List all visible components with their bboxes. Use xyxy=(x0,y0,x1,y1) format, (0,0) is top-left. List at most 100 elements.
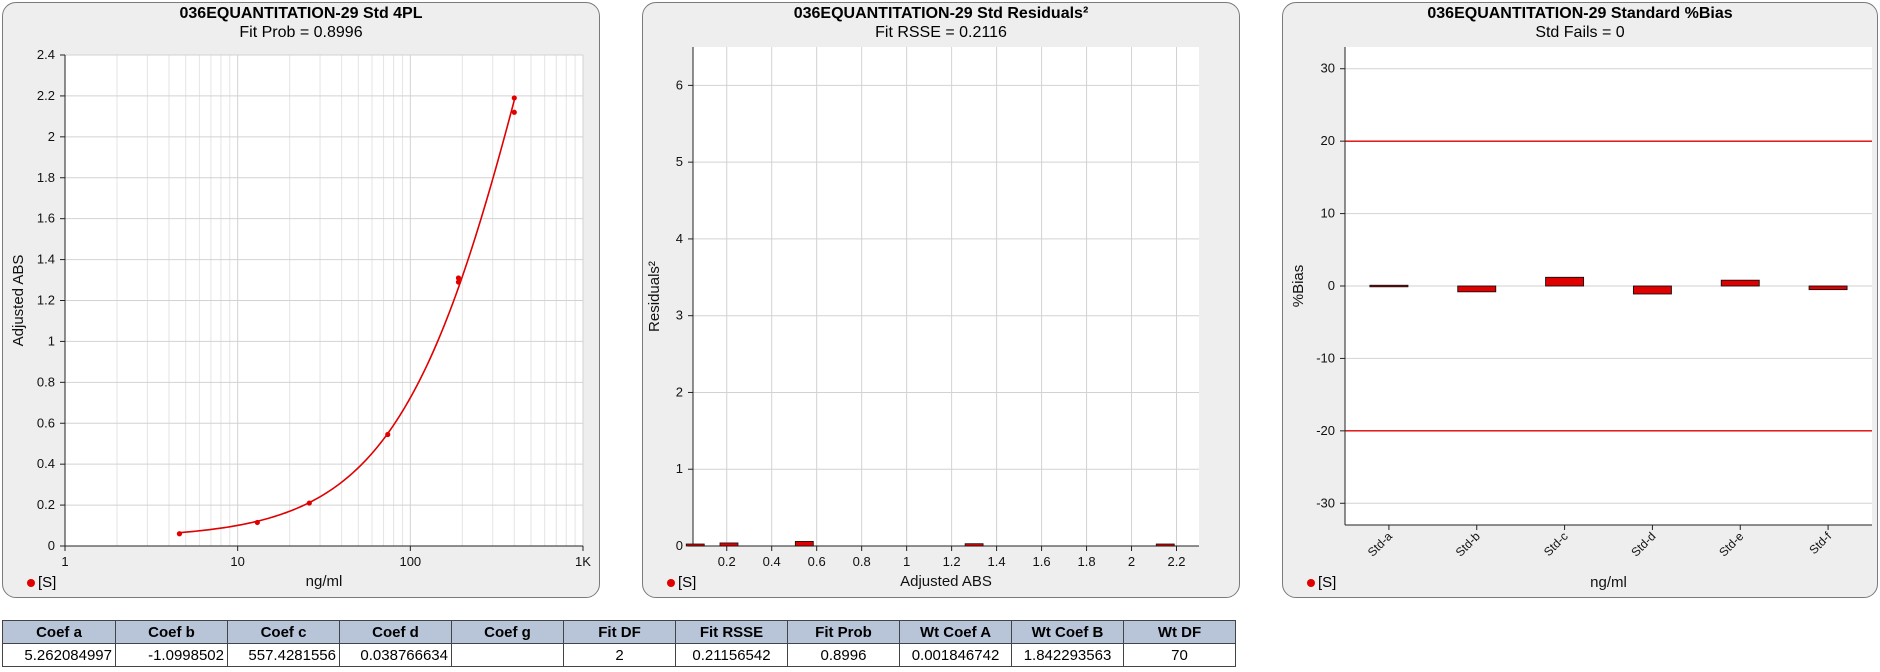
x-tick-label: 0.6 xyxy=(808,554,826,569)
y-tick-label: 3 xyxy=(676,308,683,323)
bias-bar xyxy=(1545,276,1585,287)
bias-bar xyxy=(1457,285,1497,293)
data-point xyxy=(511,109,517,115)
x-tick-label: 100 xyxy=(399,554,421,569)
legend-marker-icon xyxy=(27,579,35,588)
legend: [S] xyxy=(27,575,56,591)
y-tick-label: 0 xyxy=(48,538,55,553)
residual-bar xyxy=(685,543,705,547)
table-header: Coef a xyxy=(2,620,116,644)
data-point xyxy=(385,431,391,438)
table-header: Fit DF xyxy=(563,620,676,644)
x-tick-label: 10 xyxy=(230,554,244,569)
table-cell: 0.001846742 xyxy=(899,643,1012,667)
x-tick-label: 2.2 xyxy=(1167,554,1185,569)
x-tick-label: 0.2 xyxy=(718,554,736,569)
y-tick-label: 30 xyxy=(1321,61,1335,76)
table-cell: 0.038766634 xyxy=(339,643,452,667)
data-point xyxy=(306,500,312,506)
table-cell: 5.262084997 xyxy=(2,643,116,667)
y-tick-label: 1.6 xyxy=(37,211,55,226)
bias-bar xyxy=(1369,284,1409,288)
table-header: Coef d xyxy=(339,620,452,644)
table-cell: 2 xyxy=(563,643,676,667)
bias-bar xyxy=(1720,279,1760,287)
residuals-chart: 0.2 0.4 0.6 0.8 1 1.2 1.4 1.6 1.8 2 2.2 0 1 2 3 4 5 6 Adju… xyxy=(646,47,1199,590)
data-point xyxy=(511,95,517,101)
table-header: Wt DF xyxy=(1123,620,1236,644)
legend: [S] xyxy=(1307,575,1336,591)
x-axis-label: ng/ml xyxy=(306,573,343,590)
residual-bar xyxy=(1155,543,1175,547)
x-tick-label: Std-b xyxy=(1453,529,1483,559)
x-tick-label: 1.6 xyxy=(1033,554,1051,569)
y-tick-label: 6 xyxy=(676,77,683,92)
x-tick-label: 1.4 xyxy=(988,554,1006,569)
standard-curve-chart: 1 10 100 1K 0 0.2 0.4 0.6 0.8 1 1.2 1.4 1.6 1.8 2 2.2 2.… xyxy=(10,47,591,590)
bias-chart: 30 20 10 0 -10 -20 -30 Std-a Std-b Std-c Std-d Std-… xyxy=(1290,47,1872,591)
table-header: Coef b xyxy=(115,620,228,644)
x-axis-label: Adjusted ABS xyxy=(900,573,992,590)
table-header: Wt Coef A xyxy=(899,620,1012,644)
coefficient-table: Coef a Coef b Coef c Coef d Coef g Fit D… xyxy=(2,620,1236,667)
y-tick-label: 0.2 xyxy=(37,497,55,512)
y-tick-label: 0.8 xyxy=(37,374,55,389)
table-cell: -1.0998502 xyxy=(115,643,228,667)
bias-bar xyxy=(1632,285,1672,295)
legend-marker-icon xyxy=(667,579,675,588)
data-point xyxy=(254,519,260,526)
table-header: Coef c xyxy=(227,620,340,644)
y-tick-label: 10 xyxy=(1321,206,1335,221)
table-header: Coef g xyxy=(451,620,564,644)
y-tick-label: 4 xyxy=(676,231,683,246)
y-tick-label: 1.2 xyxy=(37,293,55,308)
y-tick-label: 1.4 xyxy=(37,252,55,267)
x-tick-label: Std-d xyxy=(1628,529,1658,559)
table-row: 5.262084997 -1.0998502 557.4281556 0.038… xyxy=(2,643,1236,667)
table-header: Fit Prob xyxy=(787,620,900,644)
x-tick-label: 1.8 xyxy=(1078,554,1096,569)
y-tick-label: 1 xyxy=(676,461,683,476)
y-tick-label: 2.2 xyxy=(37,88,55,103)
table-cell: 70 xyxy=(1123,643,1236,667)
x-tick-label: 1 xyxy=(903,554,910,569)
x-tick-label: Std-e xyxy=(1716,529,1746,559)
residuals-panel: 036EQUANTITATION-29 Std Residuals² Fit R… xyxy=(642,2,1240,598)
legend-label: [S] xyxy=(678,574,697,591)
x-tick-label: Std-a xyxy=(1365,529,1395,559)
x-axis-label: ng/ml xyxy=(1590,574,1627,591)
standard-curve-panel: 036EQUANTITATION-29 Std 4PL Fit Prob = 0… xyxy=(2,2,600,598)
x-tick-label: Std-f xyxy=(1806,529,1834,557)
residual-bar xyxy=(719,542,739,547)
y-tick-label: 5 xyxy=(676,154,683,169)
legend-label: [S] xyxy=(38,574,57,591)
y-axis-label: Adjusted ABS xyxy=(10,255,27,347)
y-tick-label: 0 xyxy=(1328,278,1335,293)
x-tick-label: 2 xyxy=(1128,554,1135,569)
y-axis-label: Residuals² xyxy=(646,261,663,332)
table-cell: 0.8996 xyxy=(787,643,900,667)
y-tick-label: 0.6 xyxy=(37,415,55,430)
y-tick-label: -10 xyxy=(1316,350,1335,365)
x-tick-label: 0.8 xyxy=(853,554,871,569)
data-point xyxy=(176,531,183,537)
legend-marker-icon xyxy=(1307,579,1315,588)
residual-bar xyxy=(794,540,814,547)
table-cell: 557.4281556 xyxy=(227,643,340,667)
table-header-row: Coef a Coef b Coef c Coef d Coef g Fit D… xyxy=(2,620,1236,644)
y-tick-label: 20 xyxy=(1321,133,1335,148)
bias-bar xyxy=(1808,285,1848,291)
residual-bar xyxy=(964,543,984,547)
y-tick-label: -20 xyxy=(1316,423,1335,438)
x-tick-label: Std-c xyxy=(1541,529,1571,559)
table-header: Wt Coef B xyxy=(1011,620,1124,644)
y-tick-label: 2 xyxy=(48,129,55,144)
table-cell: 1.842293563 xyxy=(1011,643,1124,667)
table-header: Fit RSSE xyxy=(675,620,788,644)
bias-panel: 036EQUANTITATION-29 Standard %Bias Std F… xyxy=(1282,2,1878,598)
y-tick-label: 0.4 xyxy=(37,456,55,471)
plot-area xyxy=(693,47,1199,546)
data-point xyxy=(455,275,462,281)
y-tick-label: 1 xyxy=(48,333,55,348)
x-tick-label: 1.2 xyxy=(943,554,961,569)
